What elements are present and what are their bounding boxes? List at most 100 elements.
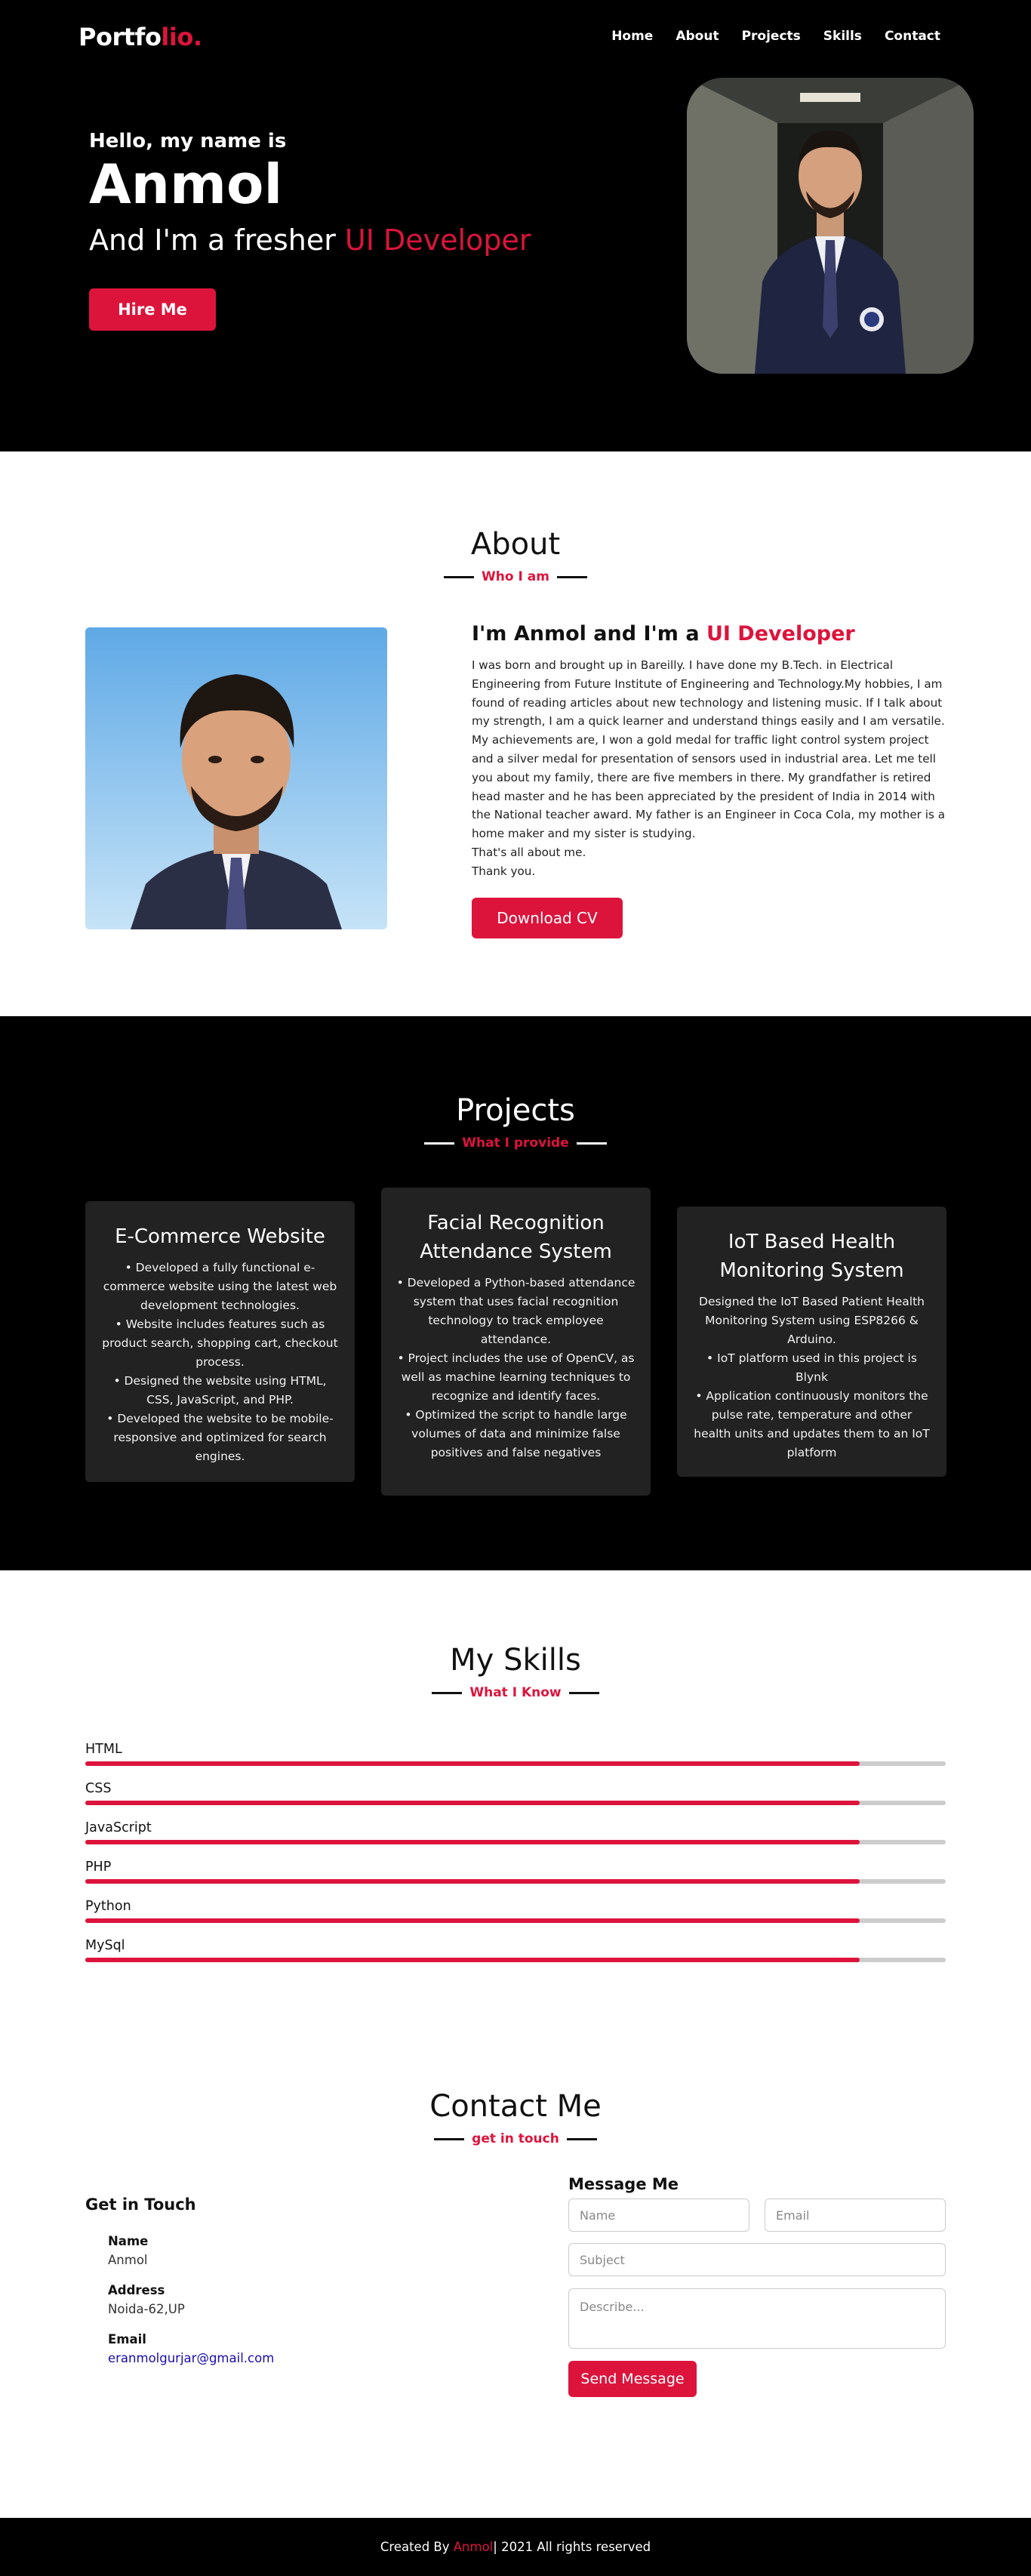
project-card-desc: • Developed a Python-based attendance sy… <box>396 1276 636 1459</box>
skill-mysql: MySql <box>85 1938 946 1962</box>
logo-main: Portfo <box>78 23 162 51</box>
about-photo <box>85 627 387 929</box>
contact-address-label: Address <box>108 2283 165 2297</box>
email-input[interactable] <box>765 2199 946 2232</box>
skill-name: MySql <box>85 1938 125 1953</box>
projects-header: Projects What I provide <box>0 1093 1031 1151</box>
project-card-iot-health[interactable]: IoT Based Health Monitoring System Desig… <box>677 1206 946 1477</box>
nav-skills[interactable]: Skills <box>823 29 862 44</box>
hero-text: Hello, my name is Anmol And I'm a freshe… <box>89 130 531 331</box>
nav-projects[interactable]: Projects <box>742 29 801 44</box>
nav-about[interactable]: About <box>676 29 719 44</box>
skill-name: CSS <box>85 1781 112 1796</box>
contact-subtitle-text: get in touch <box>472 2131 559 2146</box>
skill-css: CSS <box>85 1781 946 1805</box>
about-closing: That's all about me. <box>472 845 586 859</box>
contact-name-label: Name <box>108 2234 149 2248</box>
footer-suffix: | 2021 All rights reserved <box>493 2540 651 2554</box>
site-footer: Created By Anmol | 2021 All rights reser… <box>0 2518 1031 2576</box>
project-card-title: IoT Based Health Monitoring System <box>719 1231 904 1282</box>
about-title: About <box>470 527 561 562</box>
title-dash-left <box>444 575 475 578</box>
hero-name: Anmol <box>89 153 283 216</box>
contact-email-label: Email <box>108 2332 146 2346</box>
contact-subtitle: get in touch <box>0 2131 1031 2146</box>
skill-bar <box>85 1879 946 1884</box>
subject-input[interactable] <box>568 2243 946 2276</box>
contact-header: Contact Me get in touch <box>0 2089 1031 2146</box>
title-dash-right <box>556 575 587 578</box>
download-cv-button[interactable]: Download CV <box>472 897 623 938</box>
about-body: I was born and brought up in Bareilly. I… <box>472 656 946 881</box>
skills-title: My Skills <box>450 1643 581 1678</box>
about-subtitle: Who I am <box>0 569 1031 584</box>
nav-home[interactable]: Home <box>611 29 653 44</box>
contact-email: Email eranmolgurjar@gmail.com <box>108 2332 274 2365</box>
skill-bar <box>85 1840 946 1844</box>
skill-html: HTML <box>85 1742 946 1766</box>
hero-portrait-image <box>687 78 974 374</box>
project-card-title: E-Commerce Website <box>115 1225 325 1248</box>
skill-name: Python <box>85 1899 131 1914</box>
about-thanks: Thank you. <box>472 864 536 878</box>
title-dash-right <box>566 2137 597 2140</box>
skills-subtitle-text: What I Know <box>469 1685 562 1700</box>
skills-subtitle: What I Know <box>0 1685 1031 1700</box>
about-section: About Who I am I'm Anmol and I'm a UI De… <box>0 451 1031 1016</box>
footer-prefix: Created By <box>380 2540 450 2554</box>
skills-header: My Skills What I Know <box>0 1643 1031 1700</box>
hero-section: Portfolio. Home About Projects Skills Co… <box>0 0 1031 451</box>
footer-author: Anmol <box>453 2540 494 2554</box>
hero-photo <box>687 78 974 374</box>
skill-fill <box>85 1879 860 1884</box>
projects-section: Projects What I provide E-Commerce Websi… <box>0 1016 1031 1570</box>
about-paragraph: I was born and brought up in Bareilly. I… <box>472 658 946 841</box>
skill-python: Python <box>85 1899 946 1923</box>
projects-subtitle-text: What I provide <box>462 1135 569 1151</box>
projects-subtitle: What I provide <box>0 1135 1031 1151</box>
projects-title: Projects <box>456 1093 575 1128</box>
skill-php: PHP <box>85 1860 946 1884</box>
project-card-facial-recognition[interactable]: Facial Recognition Attendance System • D… <box>381 1188 651 1496</box>
contact-section: Contact Me get in touch Get in Touch Nam… <box>0 2089 1031 2518</box>
skill-name: JavaScript <box>85 1820 152 1835</box>
contact-title: Contact Me <box>429 2089 602 2124</box>
title-dash-left <box>432 1691 463 1694</box>
message-me-title: Message Me <box>568 2175 679 2193</box>
skill-fill <box>85 1840 860 1844</box>
project-card-desc: Designed the IoT Based Patient Health Mo… <box>694 1295 930 1459</box>
skill-fill <box>85 1958 860 1962</box>
logo-accent: lio. <box>161 23 202 51</box>
title-dash-left <box>424 1142 455 1145</box>
hire-me-button[interactable]: Hire Me <box>89 288 216 331</box>
contact-name: Name Anmol <box>108 2234 148 2267</box>
contact-email-link[interactable]: eranmolgurjar@gmail.com <box>108 2351 274 2365</box>
contact-name-value: Anmol <box>108 2253 148 2267</box>
site-logo[interactable]: Portfolio. <box>78 23 202 51</box>
hero-role-prefix: And I'm a fresher <box>89 223 345 257</box>
skill-bar <box>85 1761 946 1766</box>
hero-role: And I'm a fresher UI Developer <box>89 223 531 257</box>
describe-textarea[interactable] <box>568 2288 946 2349</box>
project-card-ecommerce[interactable]: E-Commerce Website • Developed a fully f… <box>85 1201 355 1482</box>
skill-name: PHP <box>85 1860 112 1875</box>
skill-bar <box>85 1958 946 1962</box>
about-portrait-image <box>85 627 387 929</box>
hero-role-accent: UI Developer <box>344 223 531 257</box>
skill-bar <box>85 1801 946 1805</box>
contact-address: Address Noida-62,UP <box>108 2283 185 2316</box>
about-header: About Who I am <box>0 527 1031 584</box>
project-card-title: Facial Recognition Attendance System <box>420 1212 612 1263</box>
about-heading-accent: UI Developer <box>706 622 855 646</box>
get-in-touch-title: Get in Touch <box>85 2195 196 2214</box>
hero-greeting: Hello, my name is <box>89 130 287 153</box>
nav-contact[interactable]: Contact <box>885 29 940 44</box>
name-input[interactable] <box>568 2199 749 2232</box>
title-dash-left <box>434 2137 465 2140</box>
contact-address-value: Noida-62,UP <box>108 2302 185 2316</box>
project-card-desc: • Developed a fully functional e-commerc… <box>102 1261 338 1463</box>
send-message-button[interactable]: Send Message <box>568 2361 697 2397</box>
about-heading-prefix: I'm Anmol and I'm a <box>472 622 706 646</box>
skill-fill <box>85 1801 860 1805</box>
skill-name: HTML <box>85 1742 122 1757</box>
